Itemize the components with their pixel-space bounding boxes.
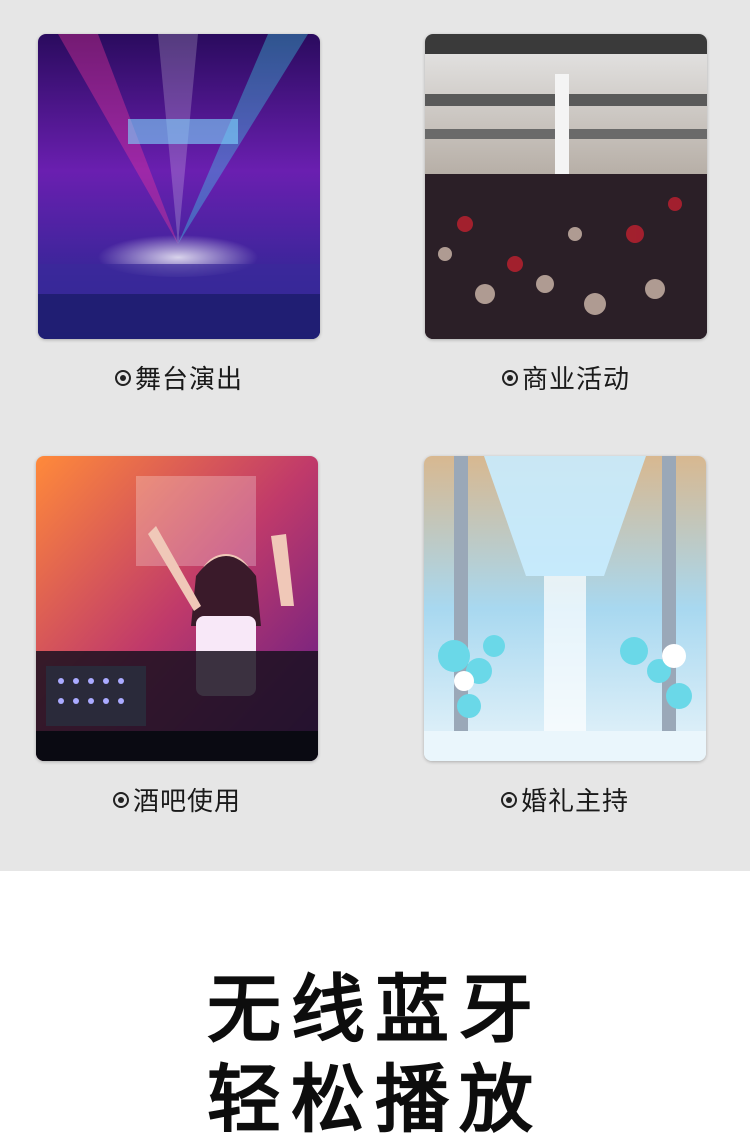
radio-bullet-icon: [112, 791, 129, 808]
scenario-label-bar: 酒吧使用: [36, 781, 318, 818]
mall-crowd-photo: [425, 34, 707, 339]
dj-bar-photo: [36, 456, 318, 761]
scenario-label-text: 舞台演出: [134, 365, 243, 395]
scenario-label-stage: 舞台演出: [38, 359, 320, 396]
radio-bullet-icon: [500, 791, 517, 808]
wedding-stage-photo: [424, 456, 706, 761]
radio-bullet-icon: [501, 369, 518, 386]
scenario-label-wedding: 婚礼主持: [424, 781, 706, 818]
scenario-label-text: 商业活动: [521, 365, 630, 395]
scenario-card-wedding: 婚礼主持: [424, 456, 706, 818]
concert-stage-photo: [38, 34, 320, 339]
scenario-panel: 舞台演出 商业活动 酒吧使用 婚礼主持: [0, 0, 750, 871]
scenario-label-text: 婚礼主持: [520, 787, 629, 817]
scenario-card-bar: 酒吧使用: [36, 456, 318, 818]
headline-line-2: 轻松播放: [207, 1057, 543, 1143]
radio-bullet-icon: [114, 369, 131, 386]
scenario-card-stage: 舞台演出: [38, 34, 320, 396]
scenario-label-text: 酒吧使用: [132, 787, 241, 817]
scenario-card-commercial: 商业活动: [425, 34, 707, 396]
scenario-label-commercial: 商业活动: [425, 359, 707, 396]
